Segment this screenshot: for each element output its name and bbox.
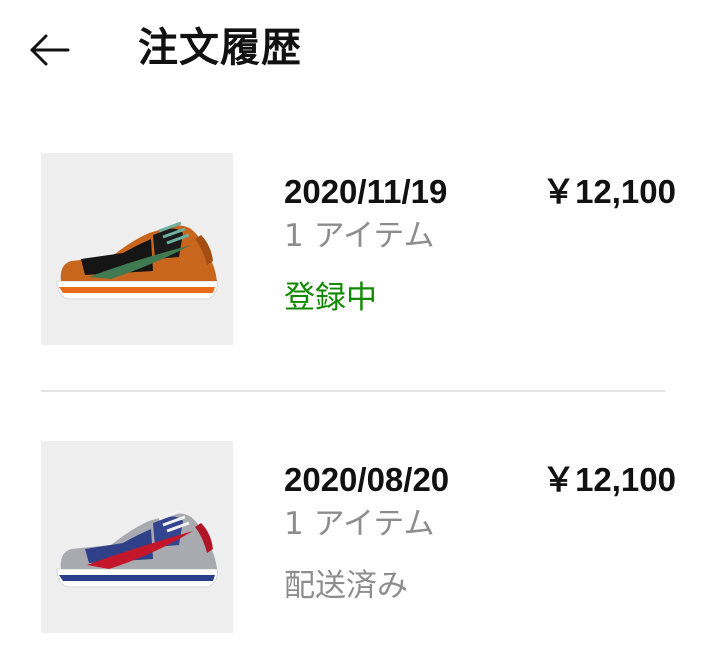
order-status: 登録中: [284, 280, 377, 316]
arrow-left-icon: [30, 34, 70, 66]
back-button[interactable]: [22, 26, 74, 74]
order-date: 2020/08/20: [284, 461, 450, 498]
order-list-item[interactable]: 2020/08/20 ￥12,100 1 アイテム 配送済み: [0, 438, 709, 638]
divider: [41, 390, 665, 392]
order-list-item[interactable]: 2020/11/19 ￥12,100 1 アイテム 登録中: [0, 150, 709, 350]
order-date: 2020/11/19: [284, 173, 448, 210]
order-status: 配送済み: [284, 568, 408, 604]
order-item-count: 1 アイテム: [284, 506, 435, 542]
order-item-count: 1 アイテム: [284, 218, 435, 254]
page-title: 注文履歴: [138, 25, 302, 71]
product-thumbnail: [41, 441, 233, 633]
product-thumbnail: [41, 153, 233, 345]
order-price: ￥12,100: [542, 173, 676, 210]
header: 注文履歴: [0, 0, 709, 100]
orange-black-green-sneaker-image: [56, 221, 218, 300]
grey-navy-red-sneaker-image: [56, 509, 218, 588]
order-price: ￥12,100: [542, 461, 676, 498]
